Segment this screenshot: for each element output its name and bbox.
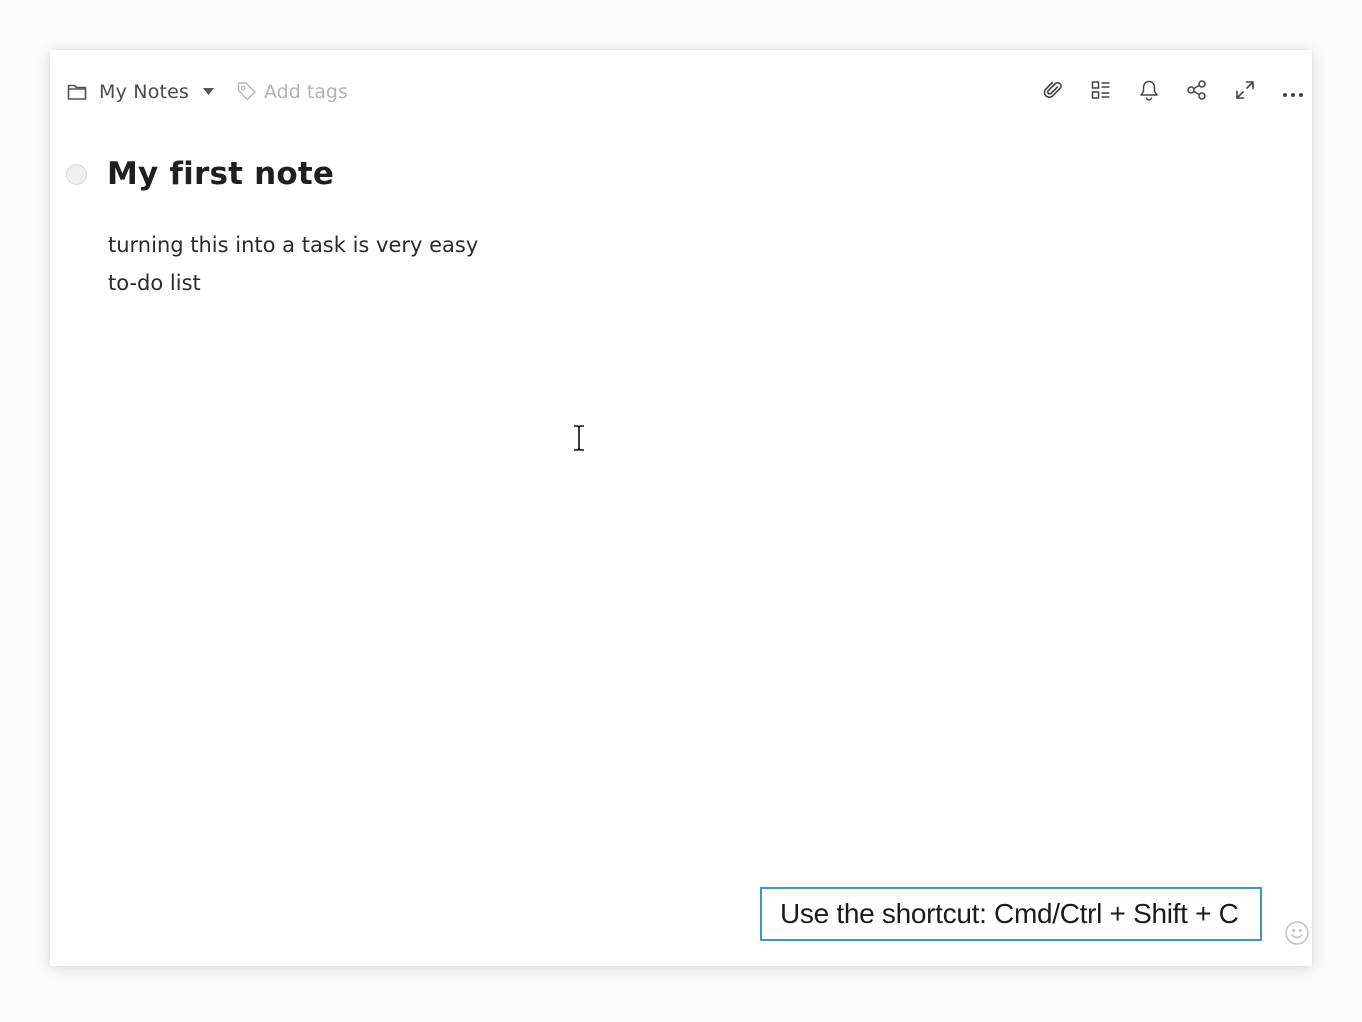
bell-icon	[1138, 79, 1160, 105]
more-icon	[1282, 83, 1304, 102]
note-title[interactable]: My first note	[107, 152, 334, 196]
notebook-selector[interactable]: My Notes	[67, 78, 215, 106]
note-line: to-do list	[108, 271, 201, 295]
attach-button[interactable]	[1039, 78, 1067, 106]
task-circle-icon[interactable]	[66, 163, 87, 185]
notebook-label: My Notes	[99, 81, 190, 103]
more-options-button[interactable]	[1279, 78, 1307, 106]
reminder-button[interactable]	[1135, 78, 1163, 106]
folder-icon	[67, 83, 87, 101]
note-toolbar: My Notes Add tags	[50, 72, 1312, 112]
paperclip-icon	[1043, 80, 1063, 104]
expand-icon	[1234, 79, 1256, 105]
page: My Notes Add tags My first note turning …	[0, 0, 1362, 1022]
add-tags-field[interactable]: Add tags	[236, 78, 348, 106]
share-icon	[1186, 79, 1208, 105]
title-row: My first note	[66, 152, 334, 196]
checklist-button[interactable]	[1087, 78, 1115, 106]
note-body[interactable]: turning this into a task is very easy to…	[108, 226, 908, 302]
smiley-icon[interactable]	[1284, 920, 1310, 946]
note-window: My Notes Add tags My first note turning …	[50, 50, 1312, 966]
text-cursor-icon	[571, 424, 587, 456]
caret-down-icon	[203, 87, 215, 95]
share-button[interactable]	[1183, 78, 1211, 106]
checklist-icon	[1091, 80, 1111, 104]
tag-icon	[236, 80, 257, 105]
add-tags-placeholder: Add tags	[264, 81, 348, 103]
shortcut-hint: Use the shortcut: Cmd/Ctrl + Shift + C	[760, 887, 1262, 941]
note-line: turning this into a task is very easy	[108, 233, 479, 257]
toolbar-actions	[1042, 78, 1312, 106]
expand-button[interactable]	[1231, 78, 1259, 106]
